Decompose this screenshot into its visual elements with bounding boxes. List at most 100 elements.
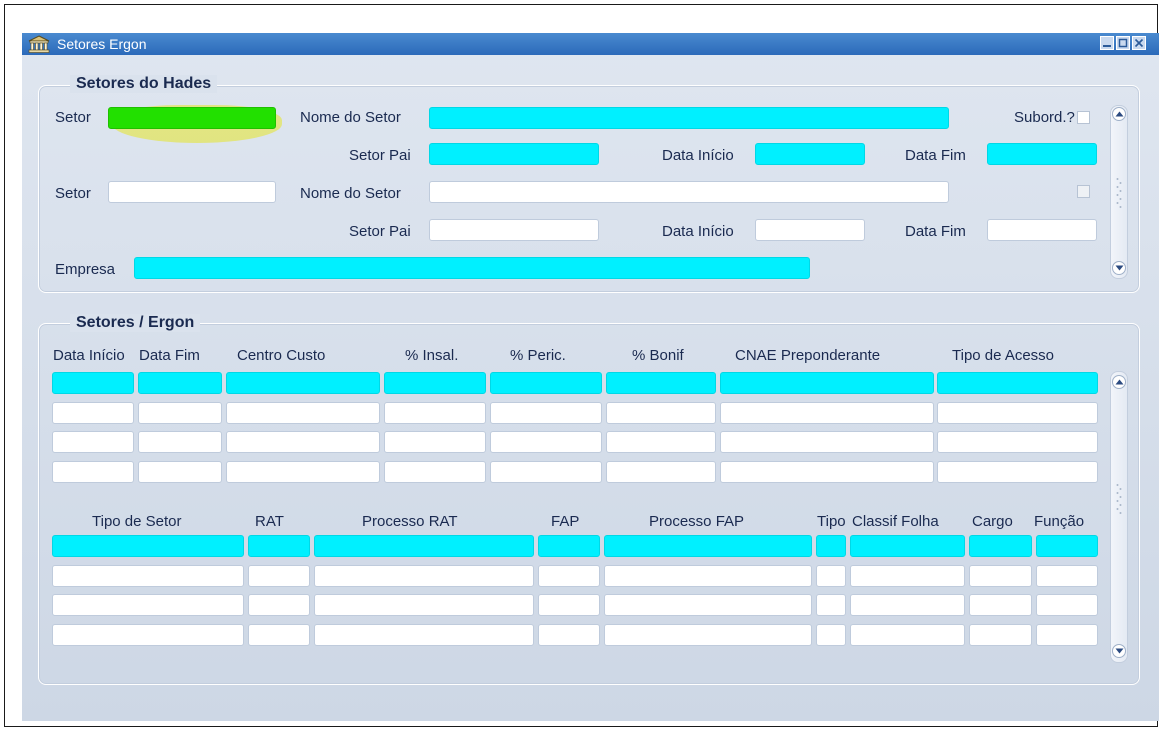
scroll-down-icon [1115,265,1124,271]
cell-data-inicio[interactable] [52,431,134,453]
cell-tipo-de-acesso[interactable] [937,431,1098,453]
ergon-scrollbar[interactable] [1110,371,1128,663]
cell-funcao[interactable] [1036,594,1098,616]
cell-pct-insal[interactable] [384,460,486,483]
cell-processo-rat[interactable] [314,535,534,557]
minimize-button[interactable] [1100,36,1114,50]
title-bar[interactable]: Setores Ergon [22,33,1159,55]
cell-cargo[interactable] [969,594,1032,616]
setores-do-hades-title: Setores do Hades [70,75,218,93]
cell-processo-rat[interactable] [314,564,534,587]
cell-cargo[interactable] [969,535,1032,557]
cell-tipo[interactable] [816,623,846,646]
subord-checkbox[interactable] [1077,185,1090,198]
cell-centro-custo[interactable] [226,460,380,483]
cell-cargo[interactable] [969,564,1032,587]
cell-fap[interactable] [538,535,600,557]
scroll-down-button[interactable] [1112,644,1126,658]
cell-pct-bonif[interactable] [606,401,716,424]
cell-processo-fap[interactable] [604,564,812,587]
cell-pct-insal[interactable] [384,372,486,394]
cell-rat[interactable] [248,564,310,587]
scroll-grip[interactable] [1116,482,1122,516]
cell-cnae-preponderante[interactable] [720,372,934,394]
setor-pai-field[interactable] [429,143,599,165]
hades-scrollbar[interactable] [1110,105,1128,279]
cell-centro-custo[interactable] [226,372,380,394]
data-inicio-field[interactable] [755,143,865,165]
cell-pct-peric[interactable] [490,431,602,453]
setores-ergon-window: Setores Ergon Setores do Hades Setor Nom… [22,33,1159,721]
scroll-up-button[interactable] [1112,375,1126,389]
cell-cnae-preponderante[interactable] [720,431,934,453]
cell-processo-fap[interactable] [604,535,812,557]
nome-do-setor-field[interactable] [429,107,949,129]
cell-tipo-de-acesso[interactable] [937,372,1098,394]
scroll-grip[interactable] [1116,176,1122,210]
cell-tipo[interactable] [816,535,846,557]
cell-fap[interactable] [538,623,600,646]
cell-funcao[interactable] [1036,535,1098,557]
cell-tipo-de-setor[interactable] [52,564,244,587]
cell-classif-folha[interactable] [850,535,965,557]
setor-field[interactable] [108,107,276,129]
cell-tipo-de-setor[interactable] [52,623,244,646]
nome-do-setor-field[interactable] [429,181,949,203]
data-fim-label: Data Fim [905,147,966,164]
cell-data-fim[interactable] [138,431,222,453]
cell-centro-custo[interactable] [226,431,380,453]
cell-pct-bonif[interactable] [606,372,716,394]
cell-fap[interactable] [538,594,600,616]
cell-cnae-preponderante[interactable] [720,401,934,424]
cell-pct-peric[interactable] [490,401,602,424]
cell-pct-peric[interactable] [490,460,602,483]
empresa-field[interactable] [134,257,810,279]
column-header-data-fim: Data Fim [139,347,200,364]
cell-processo-fap[interactable] [604,594,812,616]
setor-field[interactable] [108,181,276,203]
maximize-button[interactable] [1116,36,1130,50]
cell-classif-folha[interactable] [850,623,965,646]
cell-pct-peric[interactable] [490,372,602,394]
cell-processo-rat[interactable] [314,623,534,646]
cell-cnae-preponderante[interactable] [720,460,934,483]
close-button[interactable] [1132,36,1146,50]
cell-centro-custo[interactable] [226,401,380,424]
cell-rat[interactable] [248,594,310,616]
cell-data-inicio[interactable] [52,401,134,424]
cell-cargo[interactable] [969,623,1032,646]
subord-checkbox[interactable] [1077,111,1090,124]
cell-data-inicio[interactable] [52,372,134,394]
cell-tipo-de-setor[interactable] [52,594,244,616]
data-inicio-field[interactable] [755,219,865,241]
cell-data-fim[interactable] [138,460,222,483]
cell-rat[interactable] [248,623,310,646]
data-fim-field[interactable] [987,219,1097,241]
cell-tipo[interactable] [816,594,846,616]
cell-funcao[interactable] [1036,623,1098,646]
data-fim-field[interactable] [987,143,1097,165]
cell-fap[interactable] [538,564,600,587]
scroll-up-button[interactable] [1112,107,1126,121]
column-header-classif-folha: Classif Folha [852,513,939,530]
cell-pct-bonif[interactable] [606,431,716,453]
setor-pai-field[interactable] [429,219,599,241]
cell-processo-fap[interactable] [604,623,812,646]
cell-tipo-de-acesso[interactable] [937,460,1098,483]
cell-pct-bonif[interactable] [606,460,716,483]
cell-data-inicio[interactable] [52,460,134,483]
cell-rat[interactable] [248,535,310,557]
cell-tipo-de-acesso[interactable] [937,401,1098,424]
cell-classif-folha[interactable] [850,564,965,587]
column-header-cargo: Cargo [972,513,1013,530]
scroll-down-button[interactable] [1112,261,1126,275]
cell-pct-insal[interactable] [384,401,486,424]
cell-processo-rat[interactable] [314,594,534,616]
cell-classif-folha[interactable] [850,594,965,616]
cell-funcao[interactable] [1036,564,1098,587]
cell-pct-insal[interactable] [384,431,486,453]
cell-tipo[interactable] [816,564,846,587]
cell-data-fim[interactable] [138,372,222,394]
cell-data-fim[interactable] [138,401,222,424]
cell-tipo-de-setor[interactable] [52,535,244,557]
